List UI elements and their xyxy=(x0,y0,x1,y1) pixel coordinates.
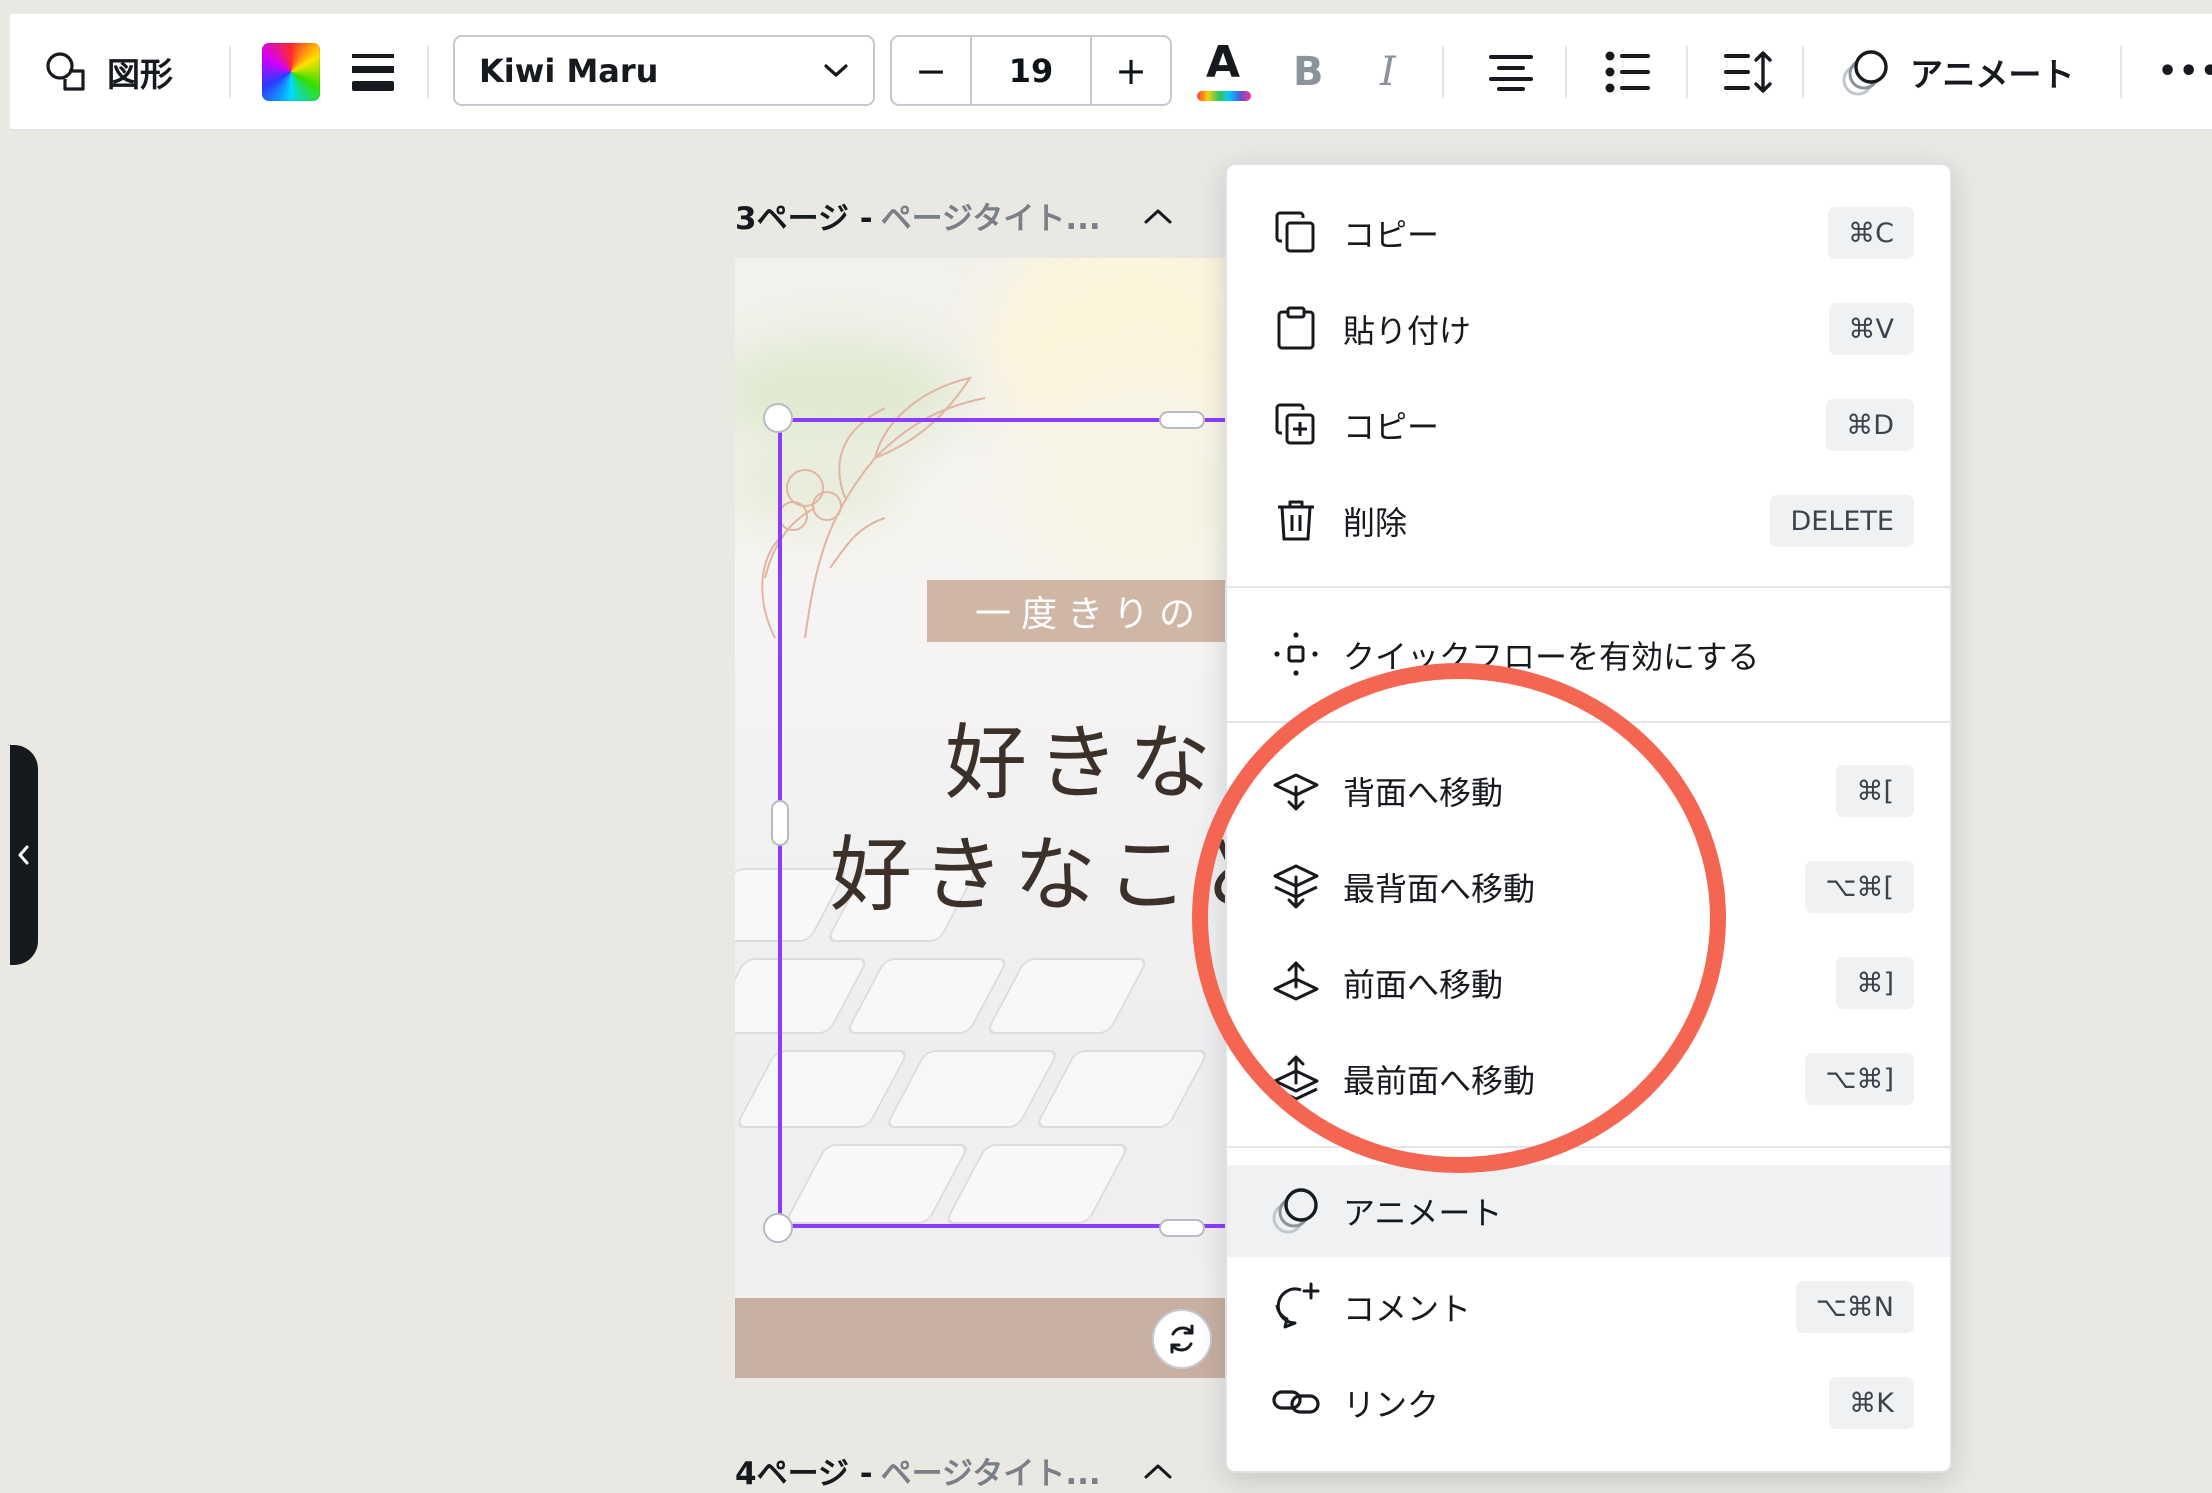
chevron-up-icon[interactable] xyxy=(1143,207,1173,225)
text-color-icon: A xyxy=(1195,37,1253,107)
resize-handle-left[interactable] xyxy=(771,800,789,846)
selection-frame xyxy=(778,418,1258,1228)
font-family-select[interactable]: Kiwi Maru xyxy=(453,35,875,106)
resize-handle-top[interactable] xyxy=(1159,411,1205,429)
animate-label: アニメート xyxy=(1910,54,2075,94)
animate-icon xyxy=(1269,1183,1323,1237)
animate-button[interactable]: アニメート xyxy=(1840,14,2074,129)
text-color-button[interactable]: A xyxy=(1195,14,1253,129)
font-family-value: Kiwi Maru xyxy=(479,51,659,90)
highlight-annotation-circle xyxy=(1192,663,1726,1173)
resize-handle-bottom-left[interactable] xyxy=(763,1213,793,1243)
text-color-letter: A xyxy=(1206,36,1241,88)
toolbar-divider xyxy=(229,46,231,98)
resize-handle-top-left[interactable] xyxy=(763,403,793,433)
more-icon: ••• xyxy=(2158,54,2212,89)
font-size-input[interactable]: 19 xyxy=(970,37,1092,104)
comment-icon xyxy=(1269,1279,1323,1333)
menu-item-label: コピー xyxy=(1343,216,1440,254)
toolbar-divider xyxy=(1442,46,1444,98)
menu-divider xyxy=(1227,586,1950,588)
bold-icon: B xyxy=(1293,48,1324,95)
page-4-header[interactable]: 4ページ - ページタイト... xyxy=(735,1448,1173,1493)
shortcut-badge: ⌥⌘] xyxy=(1805,1053,1914,1105)
toolbar-divider xyxy=(1802,46,1804,98)
shortcut-badge: ⌥⌘N xyxy=(1795,1281,1914,1333)
menu-item-label: リンク xyxy=(1343,1386,1440,1424)
spacing-button[interactable] xyxy=(1722,14,1772,129)
shortcut-badge: ⌘K xyxy=(1829,1377,1914,1429)
shortcut-badge: DELETE xyxy=(1770,495,1914,547)
clipboard-icon xyxy=(1269,301,1323,355)
shortcut-badge: ⌘C xyxy=(1828,207,1914,259)
shape-icon xyxy=(46,51,85,91)
menu-item-duplicate[interactable]: コピー ⌘D xyxy=(1227,379,1950,471)
rotate-handle[interactable] xyxy=(1152,1309,1212,1369)
color-swatch xyxy=(262,42,320,101)
menu-item-label: コピー xyxy=(1343,408,1440,446)
editor-toolbar: 図形 Kiwi Maru − 19 + A B I アニメート •• xyxy=(10,14,2212,130)
toolbar-divider xyxy=(1686,46,1688,98)
shortcut-badge: ⌘V xyxy=(1828,303,1914,355)
chevron-down-icon xyxy=(824,63,848,77)
quickflow-icon xyxy=(1269,627,1323,681)
color-bar xyxy=(1197,90,1251,101)
page-3-header[interactable]: 3ページ - ページタイト... xyxy=(735,193,1173,238)
shortcut-badge: ⌘] xyxy=(1836,957,1914,1009)
border-style-button[interactable] xyxy=(350,14,396,129)
border-weight-icon xyxy=(352,53,394,91)
collapse-panel-tab[interactable] xyxy=(10,745,38,965)
menu-item-paste[interactable]: 貼り付け ⌘V xyxy=(1227,283,1950,375)
shape-button[interactable]: 図形 xyxy=(43,14,173,129)
align-button[interactable] xyxy=(1487,14,1535,129)
menu-item-label: 貼り付け xyxy=(1343,312,1472,350)
menu-item-label: アニメート xyxy=(1343,1194,1503,1232)
menu-item-copy[interactable]: コピー ⌘C xyxy=(1227,187,1950,279)
shortcut-badge: ⌥⌘[ xyxy=(1805,861,1914,913)
italic-button[interactable]: I xyxy=(1380,14,1396,129)
font-size-stepper: − 19 + xyxy=(890,35,1172,106)
color-button[interactable] xyxy=(262,14,320,129)
link-icon xyxy=(1269,1375,1323,1429)
decrease-font-size-button[interactable]: − xyxy=(892,37,970,104)
menu-item-delete[interactable]: 削除 DELETE xyxy=(1227,475,1950,567)
page-number: 4ページ - xyxy=(735,1456,873,1492)
menu-item-label: コメント xyxy=(1343,1290,1472,1328)
chevron-left-icon xyxy=(18,845,29,865)
page-title[interactable]: ページタイト... xyxy=(881,193,1101,238)
shape-label: 図形 xyxy=(107,54,173,94)
trash-icon xyxy=(1269,493,1323,547)
bold-button[interactable]: B xyxy=(1293,14,1324,129)
menu-item-label: 削除 xyxy=(1343,504,1408,542)
italic-icon: I xyxy=(1380,48,1396,95)
align-center-icon xyxy=(1489,54,1533,91)
toolbar-divider xyxy=(2120,46,2122,98)
rotate-icon xyxy=(1170,1324,1194,1354)
menu-divider xyxy=(1227,1146,1950,1148)
resize-handle-bottom[interactable] xyxy=(1159,1219,1205,1237)
toolbar-divider xyxy=(1565,46,1567,98)
menu-item-comment[interactable]: コメント ⌥⌘N xyxy=(1227,1261,1950,1353)
shortcut-badge: ⌘D xyxy=(1826,399,1914,451)
toolbar-divider xyxy=(427,46,429,98)
animate-icon xyxy=(1842,49,1888,95)
menu-item-quickflow[interactable]: クイックフローを有効にする xyxy=(1227,609,1950,701)
shortcut-badge: ⌘[ xyxy=(1836,765,1914,817)
list-button[interactable] xyxy=(1605,14,1651,129)
page-title[interactable]: ページタイト... xyxy=(881,1448,1101,1493)
page-number: 3ページ - xyxy=(735,201,873,237)
duplicate-icon xyxy=(1269,397,1323,451)
menu-item-animate[interactable]: アニメート xyxy=(1227,1165,1950,1257)
chevron-up-icon[interactable] xyxy=(1143,1462,1173,1480)
bullet-list-icon xyxy=(1605,51,1650,92)
line-spacing-icon xyxy=(1724,50,1772,93)
more-options-button[interactable]: ••• xyxy=(2158,14,2212,129)
copy-icon xyxy=(1269,205,1323,259)
menu-item-link[interactable]: リンク ⌘K xyxy=(1227,1357,1950,1449)
increase-font-size-button[interactable]: + xyxy=(1092,37,1170,104)
